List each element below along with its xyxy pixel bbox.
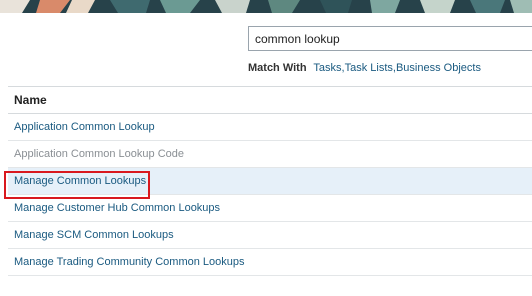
- table-row[interactable]: Manage SCM Common Lookups: [8, 222, 532, 249]
- table-row[interactable]: Manage Customer Hub Common Lookups: [8, 195, 532, 222]
- result-link[interactable]: Manage Trading Community Common Lookups: [14, 256, 245, 268]
- search-input[interactable]: [249, 27, 532, 50]
- match-with-label: Match With: [248, 62, 307, 74]
- result-link[interactable]: Manage SCM Common Lookups: [14, 229, 174, 241]
- table-row-selected[interactable]: Manage Common Lookups: [8, 168, 532, 195]
- table-row[interactable]: Manage Trading Community Common Lookups: [8, 249, 532, 276]
- match-option-tasks[interactable]: Tasks: [313, 62, 341, 74]
- table-row[interactable]: Application Common Lookup: [8, 114, 532, 141]
- results-table: Name Application Common Lookup Applicati…: [8, 86, 532, 276]
- result-link[interactable]: Manage Common Lookups: [14, 175, 146, 187]
- table-header: Name: [8, 86, 532, 114]
- result-link[interactable]: Application Common Lookup: [14, 121, 155, 133]
- match-option-task-lists[interactable]: Task Lists: [345, 62, 393, 74]
- banner-pattern-icon: [0, 0, 532, 13]
- table-row[interactable]: Application Common Lookup Code: [8, 141, 532, 168]
- result-link[interactable]: Manage Customer Hub Common Lookups: [14, 202, 220, 214]
- search-field[interactable]: [248, 26, 532, 51]
- result-link[interactable]: Application Common Lookup Code: [14, 148, 184, 160]
- match-with-filter: Match With Tasks,Task Lists,Business Obj…: [248, 62, 481, 74]
- match-option-business-objects[interactable]: Business Objects: [396, 62, 481, 74]
- header-banner: [0, 0, 532, 13]
- name-column-header: Name: [14, 93, 47, 107]
